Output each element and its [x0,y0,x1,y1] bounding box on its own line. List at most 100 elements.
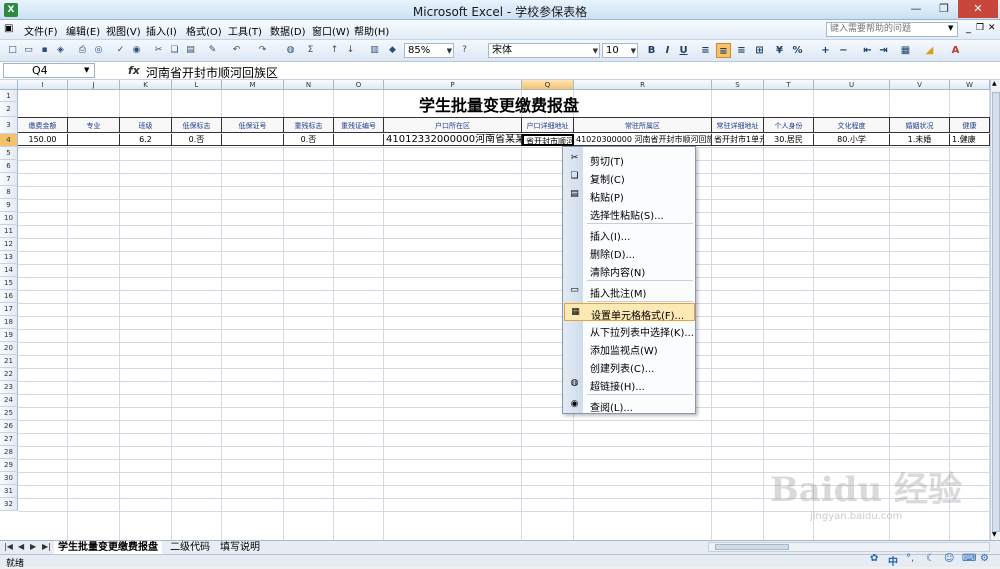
context-menu-item[interactable]: 删除(D)... [564,243,695,261]
scroll-down-icon[interactable]: ▼ [992,531,997,538]
decrease-indent-button[interactable]: ⇤ [860,43,875,58]
vertical-scroll-thumb[interactable] [992,92,1000,532]
menu-tools[interactable]: 工具(T) [228,23,262,38]
header-cell[interactable]: 文化程度 [814,117,890,133]
column-header-q[interactable]: Q [522,80,574,90]
underline-button[interactable]: U [676,43,691,58]
last-sheet-icon[interactable]: ▶| [42,542,51,551]
context-menu-item[interactable]: 选择性粘贴(S)... [564,204,695,222]
row-header-13[interactable]: 13 [0,251,18,264]
header-cell[interactable]: 专业 [68,117,120,133]
row-header-7[interactable]: 7 [0,173,18,186]
column-header-n[interactable]: N [284,80,334,90]
menu-insert[interactable]: 插入(I) [146,23,177,38]
spelling-icon[interactable]: ✓ [114,44,127,57]
header-cell[interactable]: 常驻详细地址 [712,117,764,133]
header-cell[interactable]: 户口详细地址 [522,117,574,133]
data-cell[interactable]: 1.未婚 [890,134,950,146]
column-header-k[interactable]: K [120,80,172,90]
header-cell[interactable]: 重残标志 [284,117,334,133]
context-menu-item[interactable]: 添加监视点(W) [564,339,695,357]
paste-toolbar-icon[interactable]: ▤ [184,44,197,57]
context-menu-item[interactable]: ❏ 复制(C) [564,168,695,186]
menu-format[interactable]: 格式(O) [186,23,222,38]
horizontal-scroll-thumb[interactable] [715,544,789,550]
context-menu-item[interactable]: ▤ 粘贴(P) [564,186,695,204]
sheet-title[interactable]: 学生批量变更缴费报盘 [384,92,614,116]
formula-input[interactable]: 河南省开封市顺河回族区 [146,64,278,81]
ime-mode[interactable]: 中 [888,553,898,568]
context-menu-item[interactable]: ◍ 超链接(H)... [564,375,695,393]
column-header-t[interactable]: T [764,80,814,90]
fx-icon[interactable]: fx [128,64,140,77]
header-cell[interactable]: 个人身份 [764,117,814,133]
header-cell[interactable]: 重残证编号 [334,117,384,133]
zoom-dropdown-icon[interactable]: ▼ [447,45,452,58]
context-menu-item[interactable]: ▦ 设置单元格格式(F)... [564,303,695,322]
column-header-o[interactable]: O [334,80,384,90]
next-sheet-icon[interactable]: ▶ [30,542,36,551]
data-cell[interactable]: 0.否 [172,134,222,146]
italic-button[interactable]: I [660,43,675,58]
row-header-11[interactable]: 11 [0,225,18,238]
row-header-25[interactable]: 25 [0,407,18,420]
header-cell[interactable]: 健康 [950,117,990,133]
restore-icon[interactable]: ❐ [930,0,958,18]
data-cell[interactable]: 1.健康 [950,134,990,146]
print-preview-icon[interactable]: ◎ [92,44,105,57]
context-menu-item[interactable]: 清除内容(N) [564,261,695,279]
print-icon[interactable]: ⎙ [76,44,89,57]
column-header-m[interactable]: M [222,80,284,90]
minimize-icon[interactable]: — [902,0,930,18]
menu-file[interactable]: 文件(F) [24,23,58,38]
borders-button[interactable]: ▦ [898,43,913,58]
help-search-input[interactable]: 键入需要帮助的问题 [826,22,958,37]
header-cell[interactable]: 婚姻状况 [890,117,950,133]
align-right-button[interactable]: ≡ [734,43,749,58]
context-menu-item[interactable]: ◉ 查阅(L)... [564,396,695,414]
row-header-14[interactable]: 14 [0,264,18,277]
save-icon[interactable]: ▪ [38,44,51,57]
data-cell[interactable]: 150.00 [18,134,68,146]
column-header-u[interactable]: U [814,80,890,90]
help-toolbar-icon[interactable]: ? [458,44,471,57]
active-cell-q4[interactable]: 省开封市顺河回 [522,134,574,146]
ime-emoji-icon[interactable]: ☺ [944,553,954,564]
row-header-19[interactable]: 19 [0,329,18,342]
new-icon[interactable]: □ [6,44,19,57]
font-size-dropdown-icon[interactable]: ▼ [631,45,636,58]
scroll-up-icon[interactable]: ▲ [992,80,997,87]
data-cell[interactable]: 30.居民 [764,134,814,146]
menu-window[interactable]: 窗口(W) [312,23,350,38]
ime-moon-icon[interactable]: ☾ [926,553,935,564]
fill-color-button[interactable]: ◢ [922,43,937,58]
sort-ascending-icon[interactable]: ↑ [328,44,341,57]
column-header-j[interactable]: J [68,80,120,90]
row-header-31[interactable]: 31 [0,485,18,498]
data-cell[interactable] [222,134,284,146]
menu-doc-icon[interactable]: ▣ [4,23,13,34]
merge-center-button[interactable]: ⊞ [752,43,767,58]
data-cell[interactable]: 6.2 [120,134,172,146]
column-header-r[interactable]: R [574,80,712,90]
copy-toolbar-icon[interactable]: ❏ [168,44,181,57]
ime-toolbar[interactable]: ✿ 中 °, ☾ ☺ ⌨ ⚙ [868,553,996,568]
data-cell[interactable]: 80.小学 [814,134,890,146]
context-menu-item[interactable]: 插入(I)... [564,225,695,243]
menu-help[interactable]: 帮助(H) [354,23,389,38]
context-menu-item[interactable]: ▭ 插入批注(M) [564,282,695,300]
increase-decimal-button[interactable]: + [818,43,833,58]
column-header-p[interactable]: P [384,80,522,90]
percent-button[interactable]: % [790,43,805,58]
row-header-26[interactable]: 26 [0,420,18,433]
sort-descending-icon[interactable]: ↓ [344,44,357,57]
font-size-select[interactable]: 10 ▼ [602,43,638,58]
row-header-4[interactable]: 4 [0,134,18,147]
data-cell[interactable] [68,134,120,146]
header-cell[interactable]: 常驻所属区 [574,117,712,133]
row-header-29[interactable]: 29 [0,459,18,472]
data-cell[interactable]: 41020300000 河南省开封市顺河回族 [574,134,712,146]
column-header-v[interactable]: V [890,80,950,90]
data-cell[interactable] [334,134,384,146]
autosum-icon[interactable]: Σ [304,44,317,57]
